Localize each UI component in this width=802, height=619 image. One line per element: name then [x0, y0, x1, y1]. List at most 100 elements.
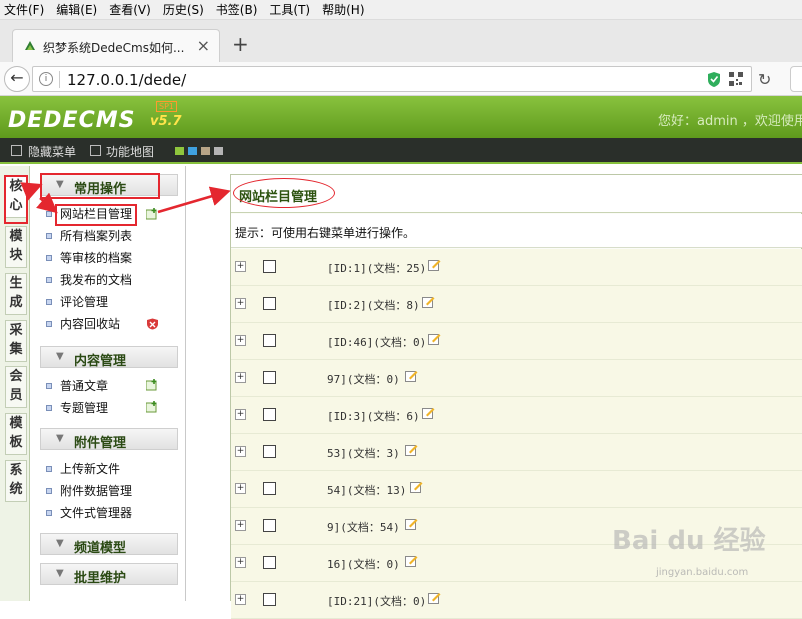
edit-icon[interactable]: [428, 591, 441, 604]
category-generate[interactable]: 生 成: [5, 273, 27, 315]
site-map-link[interactable]: 功能地图: [106, 143, 154, 160]
category-member[interactable]: 会 员: [5, 366, 27, 408]
row-label: [ID:46](文档：0): [327, 336, 427, 349]
group-channel-model[interactable]: ▼ 频道模型: [40, 533, 178, 556]
sidebar-item-label: 普通文章: [60, 379, 109, 393]
row-checkbox[interactable]: [263, 593, 276, 606]
edit-icon[interactable]: [405, 443, 418, 456]
menu-file[interactable]: 文件(F): [4, 1, 44, 18]
bullet-icon: [46, 277, 52, 283]
reload-icon[interactable]: ↻: [758, 70, 771, 89]
expand-icon[interactable]: +: [235, 483, 246, 494]
table-row[interactable]: +97](文档：0): [231, 360, 802, 397]
browser-tab[interactable]: 织梦系统DedeCms如何... ×: [12, 29, 220, 62]
edit-icon[interactable]: [428, 258, 441, 271]
menu-tools[interactable]: 工具(T): [269, 1, 310, 18]
table-row[interactable]: + [ID:2](文档：8): [231, 286, 802, 323]
row-label: 53](文档：3): [327, 447, 400, 460]
expand-icon[interactable]: +: [235, 335, 246, 346]
row-checkbox[interactable]: [263, 408, 276, 421]
expand-icon[interactable]: +: [235, 520, 246, 531]
tab-close-icon[interactable]: ×: [197, 36, 210, 55]
edit-icon[interactable]: [405, 369, 418, 382]
add-article-icon[interactable]: [146, 379, 159, 391]
url-bar[interactable]: i 127.0.0.1/dede/: [32, 66, 752, 92]
edit-icon[interactable]: [405, 517, 418, 530]
group-attachment-manage[interactable]: ▼ 附件管理: [40, 428, 178, 451]
group-batch-maintain[interactable]: ▼ 批里维护: [40, 563, 178, 586]
frame-splitter[interactable]: [186, 166, 212, 601]
bullet-icon: [46, 383, 52, 389]
theme-brown-swatch[interactable]: [201, 147, 210, 155]
expand-icon[interactable]: +: [235, 557, 246, 568]
group-content-manage[interactable]: ▼ 内容管理: [40, 346, 178, 369]
expand-icon[interactable]: +: [235, 594, 246, 605]
tip-bar: 提示：可使用右键菜单进行操作。: [231, 214, 802, 248]
table-row[interactable]: + [ID:3](文档：6): [231, 397, 802, 434]
category-module[interactable]: 模 块: [5, 226, 27, 268]
menu-bookmarks[interactable]: 书签(B): [216, 1, 258, 18]
url-text[interactable]: 127.0.0.1/dede/: [67, 71, 186, 89]
category-module-label: 模 块: [9, 229, 23, 263]
add-topic-icon[interactable]: [146, 401, 159, 413]
menu-history[interactable]: 历史(S): [163, 1, 204, 18]
category-template[interactable]: 模 板: [5, 413, 27, 455]
menu-help[interactable]: 帮助(H): [322, 1, 364, 18]
edit-icon[interactable]: [422, 406, 435, 419]
expand-icon[interactable]: +: [235, 372, 246, 383]
group-title: 附件管理: [74, 436, 127, 451]
back-button[interactable]: ←: [4, 66, 30, 92]
recycle-bin-shield-icon[interactable]: [146, 318, 159, 330]
toolbar-extra-button[interactable]: [790, 66, 802, 92]
add-column-icon[interactable]: [146, 208, 159, 220]
category-collect-label: 采 集: [9, 323, 23, 357]
collapse-arrow-icon: ▼: [56, 538, 64, 549]
row-label: 97](文档：0): [327, 373, 400, 386]
row-checkbox[interactable]: [263, 334, 276, 347]
sidebar-item-label: 专题管理: [60, 401, 109, 415]
theme-gray-swatch[interactable]: [214, 147, 223, 155]
tab-title: 织梦系统DedeCms如何...: [43, 41, 185, 55]
row-label: 16](文档：0): [327, 558, 400, 571]
row-checkbox[interactable]: [263, 519, 276, 532]
security-shield-icon[interactable]: [707, 71, 721, 88]
collapse-arrow-icon: ▼: [56, 433, 64, 444]
theme-green-swatch[interactable]: [175, 147, 184, 155]
row-checkbox[interactable]: [263, 371, 276, 384]
sidebar-item-label: 附件数据管理: [60, 484, 133, 498]
expand-icon[interactable]: +: [235, 409, 246, 420]
hide-menu-icon[interactable]: [11, 145, 22, 156]
hide-menu-link[interactable]: 隐藏菜单: [28, 143, 76, 160]
category-collect[interactable]: 采 集: [5, 320, 27, 362]
table-row[interactable]: +54](文档：13): [231, 471, 802, 508]
site-info-icon[interactable]: i: [39, 72, 53, 86]
expand-icon[interactable]: +: [235, 298, 246, 309]
edit-icon[interactable]: [410, 480, 423, 493]
row-checkbox[interactable]: [263, 260, 276, 273]
theme-blue-swatch[interactable]: [188, 147, 197, 155]
edit-icon[interactable]: [405, 554, 418, 567]
bullet-icon: [46, 233, 52, 239]
category-member-label: 会 员: [9, 369, 23, 403]
expand-icon[interactable]: +: [235, 446, 246, 457]
logo-sp-badge: SP1: [156, 101, 177, 112]
row-checkbox[interactable]: [263, 445, 276, 458]
edit-icon[interactable]: [422, 295, 435, 308]
qr-code-icon[interactable]: [729, 72, 743, 86]
menu-view[interactable]: 查看(V): [109, 1, 151, 18]
category-system[interactable]: 系 统: [5, 460, 27, 502]
row-checkbox[interactable]: [263, 556, 276, 569]
table-row[interactable]: +53](文档：3): [231, 434, 802, 471]
table-row[interactable]: + [ID:46](文档：0): [231, 323, 802, 360]
site-map-icon[interactable]: [90, 145, 101, 156]
new-tab-icon[interactable]: +: [232, 32, 249, 56]
navigation-bar: ← i 127.0.0.1/dede/ ↻: [0, 62, 802, 96]
menu-edit[interactable]: 编辑(E): [56, 1, 97, 18]
bullet-icon: [46, 510, 52, 516]
row-checkbox[interactable]: [263, 482, 276, 495]
expand-icon[interactable]: +: [235, 261, 246, 272]
admin-toolbar: 隐藏菜单 功能地图: [0, 138, 802, 164]
row-checkbox[interactable]: [263, 297, 276, 310]
edit-icon[interactable]: [428, 332, 441, 345]
table-row[interactable]: + [ID:1](文档：25): [231, 249, 802, 286]
